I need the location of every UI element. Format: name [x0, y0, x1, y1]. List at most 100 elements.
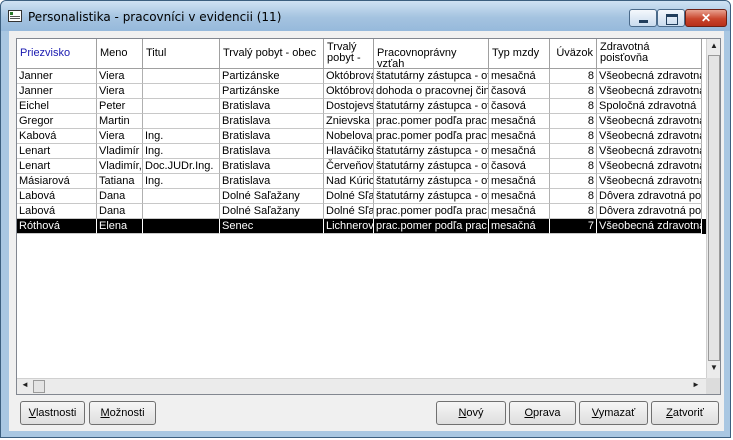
title-bar[interactable]: Personalistika - pracovníci v evidencii … — [1, 1, 730, 31]
employee-grid[interactable]: Priezvisko Meno Titul Trvalý pobyt - obe… — [16, 38, 721, 395]
cell-obec: Senec — [220, 219, 324, 234]
cell-titul — [143, 84, 220, 99]
scroll-down-icon[interactable]: ▼ — [707, 362, 720, 376]
cell-uvazok: 8 — [550, 69, 597, 84]
cell-ulica: Októbrová — [324, 69, 374, 84]
cell-titul — [143, 219, 220, 234]
cell-vztah: štatutárny zástupca - ot — [374, 99, 489, 114]
horizontal-scroll-thumb[interactable] — [33, 380, 45, 393]
table-row[interactable]: Eichel Peter Bratislava Dostojevs štatutárny… — [17, 99, 707, 114]
cell-meno: Viera — [97, 84, 143, 99]
close-icon: ✕ — [700, 11, 712, 25]
column-header-priezvisko[interactable]: Priezvisko — [17, 39, 97, 69]
cell-vztah: štatutárny zástupca - ot — [374, 189, 489, 204]
cell-titul: Ing. — [143, 144, 220, 159]
cell-uvazok: 8 — [550, 204, 597, 219]
column-header-obec[interactable]: Trvalý pobyt - obec — [220, 39, 324, 69]
novy-label: ový — [466, 407, 484, 419]
cell-ulica: Znievska — [324, 114, 374, 129]
table-row[interactable]: Róthová Elena Senec Lichnerov prac.pomer pod… — [17, 219, 707, 234]
cell-poistovna: Všeobecná zdravotná — [597, 144, 702, 159]
table-row[interactable]: Kabová Viera Ing. Bratislava Nobelova prac.po… — [17, 129, 707, 144]
cell-obec: Dolné Saľažany — [220, 204, 324, 219]
cell-titul — [143, 69, 220, 84]
cell-uvazok: 8 — [550, 129, 597, 144]
cell-ulica: Nobelova — [324, 129, 374, 144]
moznosti-button[interactable]: Možnosti — [89, 401, 156, 425]
vymazat-label: ymazať — [598, 407, 636, 419]
cell-uvazok: 8 — [550, 159, 597, 174]
scrollbar-corner — [706, 378, 720, 394]
cell-priezvisko: Eichel — [17, 99, 97, 114]
cell-uvazok: 8 — [550, 144, 597, 159]
cell-poistovna: Dôvera zdravotná po — [597, 204, 702, 219]
maximize-button[interactable] — [657, 9, 685, 27]
cell-uvazok: 8 — [550, 84, 597, 99]
cell-ulica: Dolné Sľa — [324, 189, 374, 204]
cell-vztah: štatutárny zástupca - ot — [374, 144, 489, 159]
vertical-scrollbar[interactable]: ▲ ▼ — [706, 39, 720, 378]
column-header-titul[interactable]: Titul — [143, 39, 220, 69]
cell-poistovna: Všeobecná zdravotná — [597, 129, 702, 144]
table-row[interactable]: Labová Dana Dolné Saľažany Dolné Sľa štatutá… — [17, 189, 707, 204]
cell-vztah: prac.pomer podľa prac — [374, 219, 489, 234]
close-button[interactable]: ✕ — [685, 9, 727, 27]
cell-poistovna: Všeobecná zdravotná — [597, 159, 702, 174]
table-row[interactable]: Lenart Vladimír, Doc.JUDr.Ing. Bratislava Če… — [17, 159, 707, 174]
table-row[interactable]: Gregor Martin Bratislava Znievska prac.pomer… — [17, 114, 707, 129]
cell-priezvisko: Kabová — [17, 129, 97, 144]
column-header-zdravotna-poistovna[interactable]: Zdravotná poisťovňa — [597, 39, 702, 69]
zatvorit-button[interactable]: Zatvoriť — [651, 401, 719, 425]
column-header-meno[interactable]: Meno — [97, 39, 143, 69]
cell-meno: Peter — [97, 99, 143, 114]
table-row[interactable]: Labová Dana Dolné Saľažany Dolné Sľa prac.po… — [17, 204, 707, 219]
cell-poistovna: Všeobecná zdravotná — [597, 69, 702, 84]
cell-uvazok: 8 — [550, 99, 597, 114]
column-header-ulica[interactable]: Trvalý pobyt - — [324, 39, 374, 69]
cell-vztah: štatutárny zástupca - ot — [374, 159, 489, 174]
table-row[interactable]: Janner Viera Partizánske Októbrová štatutárn… — [17, 69, 707, 84]
cell-typ-mzdy: časová — [489, 84, 550, 99]
cell-vztah: štatutárny zástupca - ot — [374, 174, 489, 189]
cell-titul — [143, 204, 220, 219]
vymazat-button[interactable]: Vymazať — [579, 401, 648, 425]
vertical-scroll-thumb[interactable] — [708, 55, 720, 361]
cell-meno: Vladimír, — [97, 159, 143, 174]
cell-uvazok: 7 — [550, 219, 597, 234]
cell-obec: Bratislava — [220, 99, 324, 114]
table-row[interactable]: Másiarová Tatiana Ing. Bratislava Nad Kúric š… — [17, 174, 707, 189]
novy-button[interactable]: Nový — [436, 401, 506, 425]
cell-titul: Ing. — [143, 129, 220, 144]
cell-meno: Elena — [97, 219, 143, 234]
horizontal-scrollbar[interactable]: ◄ ► — [17, 378, 706, 394]
scroll-right-icon[interactable]: ► — [689, 379, 703, 393]
cell-typ-mzdy: mesačná — [489, 144, 550, 159]
cell-titul — [143, 114, 220, 129]
cell-titul: Doc.JUDr.Ing. — [143, 159, 220, 174]
cell-vztah: prac.pomer podľa prac — [374, 204, 489, 219]
vlastnosti-label: lastnosti — [35, 407, 77, 419]
column-header-pracovnopravny-vztah[interactable]: Pracovnoprávny vzťah — [374, 39, 489, 69]
table-row[interactable]: Janner Viera Partizánske Októbrová dohoda o … — [17, 84, 707, 99]
app-icon — [8, 10, 22, 22]
scroll-up-icon[interactable]: ▲ — [707, 40, 720, 54]
cell-meno: Vladimír — [97, 144, 143, 159]
cell-meno: Dana — [97, 189, 143, 204]
oprava-button[interactable]: Oprava — [509, 401, 576, 425]
cell-priezvisko: Lenart — [17, 144, 97, 159]
column-header-typ-mzdy[interactable]: Typ mzdy — [489, 39, 550, 69]
cell-obec: Bratislava — [220, 114, 324, 129]
column-header-uvazok[interactable]: Úväzok — [550, 39, 597, 69]
minimize-button[interactable] — [629, 9, 657, 27]
cell-obec: Bratislava — [220, 159, 324, 174]
scroll-left-icon[interactable]: ◄ — [18, 379, 32, 393]
vlastnosti-button[interactable]: Vlastnosti — [20, 401, 85, 425]
cell-typ-mzdy: mesačná — [489, 69, 550, 84]
cell-typ-mzdy: mesačná — [489, 204, 550, 219]
cell-typ-mzdy: mesačná — [489, 219, 550, 234]
oprava-accesskey: O — [524, 407, 534, 419]
dialog-client-area: Priezvisko Meno Titul Trvalý pobyt - obe… — [9, 31, 724, 431]
cell-priezvisko: Gregor — [17, 114, 97, 129]
table-row[interactable]: Lenart Vladimír Ing. Bratislava Hlaváčiko šta… — [17, 144, 707, 159]
cell-ulica: Lichnerov — [324, 219, 374, 234]
